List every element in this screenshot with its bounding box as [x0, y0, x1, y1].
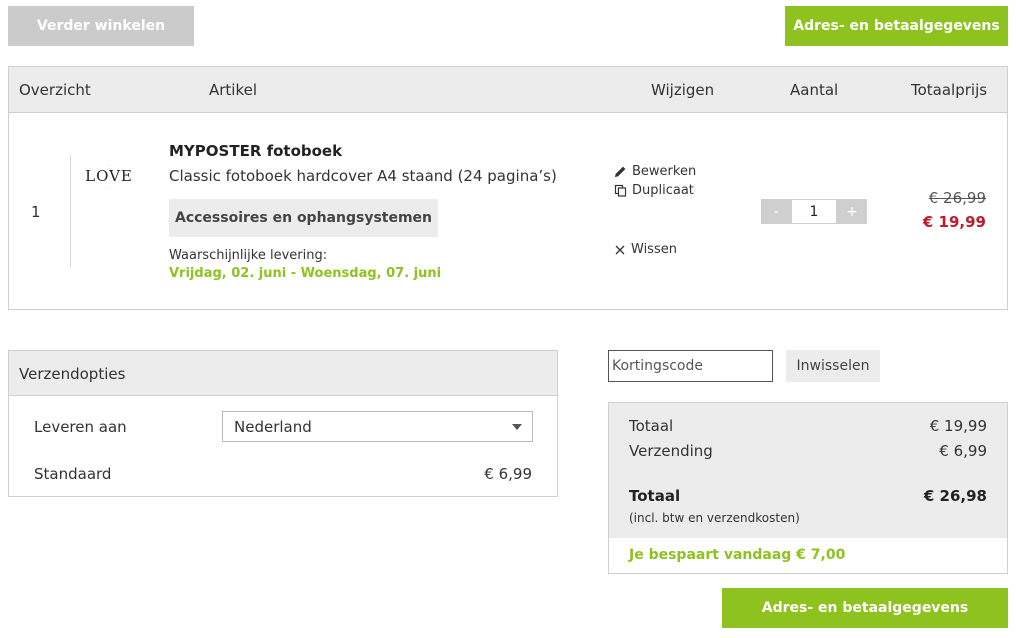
grand-total-label: Totaal: [629, 487, 681, 505]
redeem-coupon-button[interactable]: Inwisselen: [786, 350, 880, 382]
shipping-cost-label: Verzending: [629, 442, 713, 460]
shipping-options-header: Verzendopties: [9, 351, 557, 396]
cart-table-header: Overzicht Artikel Wijzigen Aantal Totaal…: [9, 67, 1007, 113]
delete-action[interactable]: Wissen: [614, 242, 677, 257]
column-header-quantity: Aantal: [790, 81, 839, 99]
delivery-estimate-label: Waarschijnlijke levering:: [169, 248, 328, 263]
savings-text: Je bespaart vandaag € 7,00: [629, 547, 846, 563]
delivery-estimate-dates: Vrijdag, 02. juni - Woensdag, 07. juni: [169, 266, 442, 281]
shipping-cost-value: € 6,99: [939, 442, 987, 460]
copy-icon: [614, 184, 627, 197]
duplicate-action[interactable]: Duplicaat: [614, 183, 694, 198]
product-name: MYPOSTER fotoboek: [169, 142, 343, 160]
subtotal-label: Totaal: [629, 417, 674, 435]
accessories-button[interactable]: Accessoires en ophangsystemen: [169, 199, 438, 237]
chevron-down-icon: [512, 424, 522, 430]
standard-shipping-label: Standaard: [34, 465, 112, 483]
pencil-icon: [615, 166, 626, 177]
column-header-edit: Wijzigen: [651, 81, 715, 99]
quantity-decrease-button[interactable]: -: [761, 199, 791, 224]
duplicate-action-label: Duplicaat: [632, 183, 694, 198]
thumbnail-divider: [70, 155, 71, 267]
continue-shopping-button[interactable]: Verder winkelen: [8, 6, 194, 46]
quantity-stepper: - 1 +: [761, 199, 867, 224]
delete-action-label: Wissen: [631, 242, 677, 257]
savings-banner: Je bespaart vandaag € 7,00: [609, 538, 1007, 573]
thumbnail-title: LOVE: [85, 167, 133, 185]
country-select[interactable]: Nederland: [222, 411, 533, 442]
shipping-options-panel: Verzendopties Leveren aan Nederland Stan…: [8, 350, 558, 497]
original-price: € 26,99: [928, 189, 986, 207]
thumbnail-bottom-mark: ·: [108, 185, 110, 190]
sale-price: € 19,99: [922, 213, 986, 231]
column-header-overview: Overzicht: [19, 81, 91, 99]
deliver-to-label: Leveren aan: [34, 418, 127, 436]
column-header-total-price: Totaalprijs: [911, 81, 988, 99]
country-select-value: Nederland: [234, 418, 312, 436]
quantity-input[interactable]: 1: [791, 199, 837, 224]
edit-action-label: Bewerken: [632, 164, 697, 179]
order-totals-panel: Totaal € 19,99 Verzending € 6,99 Totaal …: [608, 402, 1008, 574]
quantity-increase-button[interactable]: +: [837, 199, 867, 224]
cart-table: Overzicht Artikel Wijzigen Aantal Totaal…: [8, 66, 1008, 310]
shipping-options-title: Verzendopties: [19, 365, 126, 383]
product-description: Classic fotoboek hardcover A4 staand (24…: [169, 167, 557, 185]
close-icon: [615, 245, 625, 254]
grand-total-value: € 26,98: [923, 487, 987, 505]
standard-shipping-price: € 6,99: [484, 465, 532, 483]
product-thumbnail[interactable]: · LOVE ·: [83, 163, 135, 203]
edit-action[interactable]: Bewerken: [614, 164, 696, 179]
subtotal-value: € 19,99: [929, 417, 987, 435]
column-header-article: Artikel: [209, 81, 258, 99]
item-index: 1: [31, 203, 41, 221]
coupon-code-input[interactable]: [608, 350, 773, 382]
checkout-button-top[interactable]: Adres- en betaalgegevens: [785, 6, 1008, 46]
checkout-button-bottom[interactable]: Adres- en betaalgegevens: [722, 588, 1008, 628]
grand-total-note: (incl. btw en verzendkosten): [629, 511, 800, 525]
